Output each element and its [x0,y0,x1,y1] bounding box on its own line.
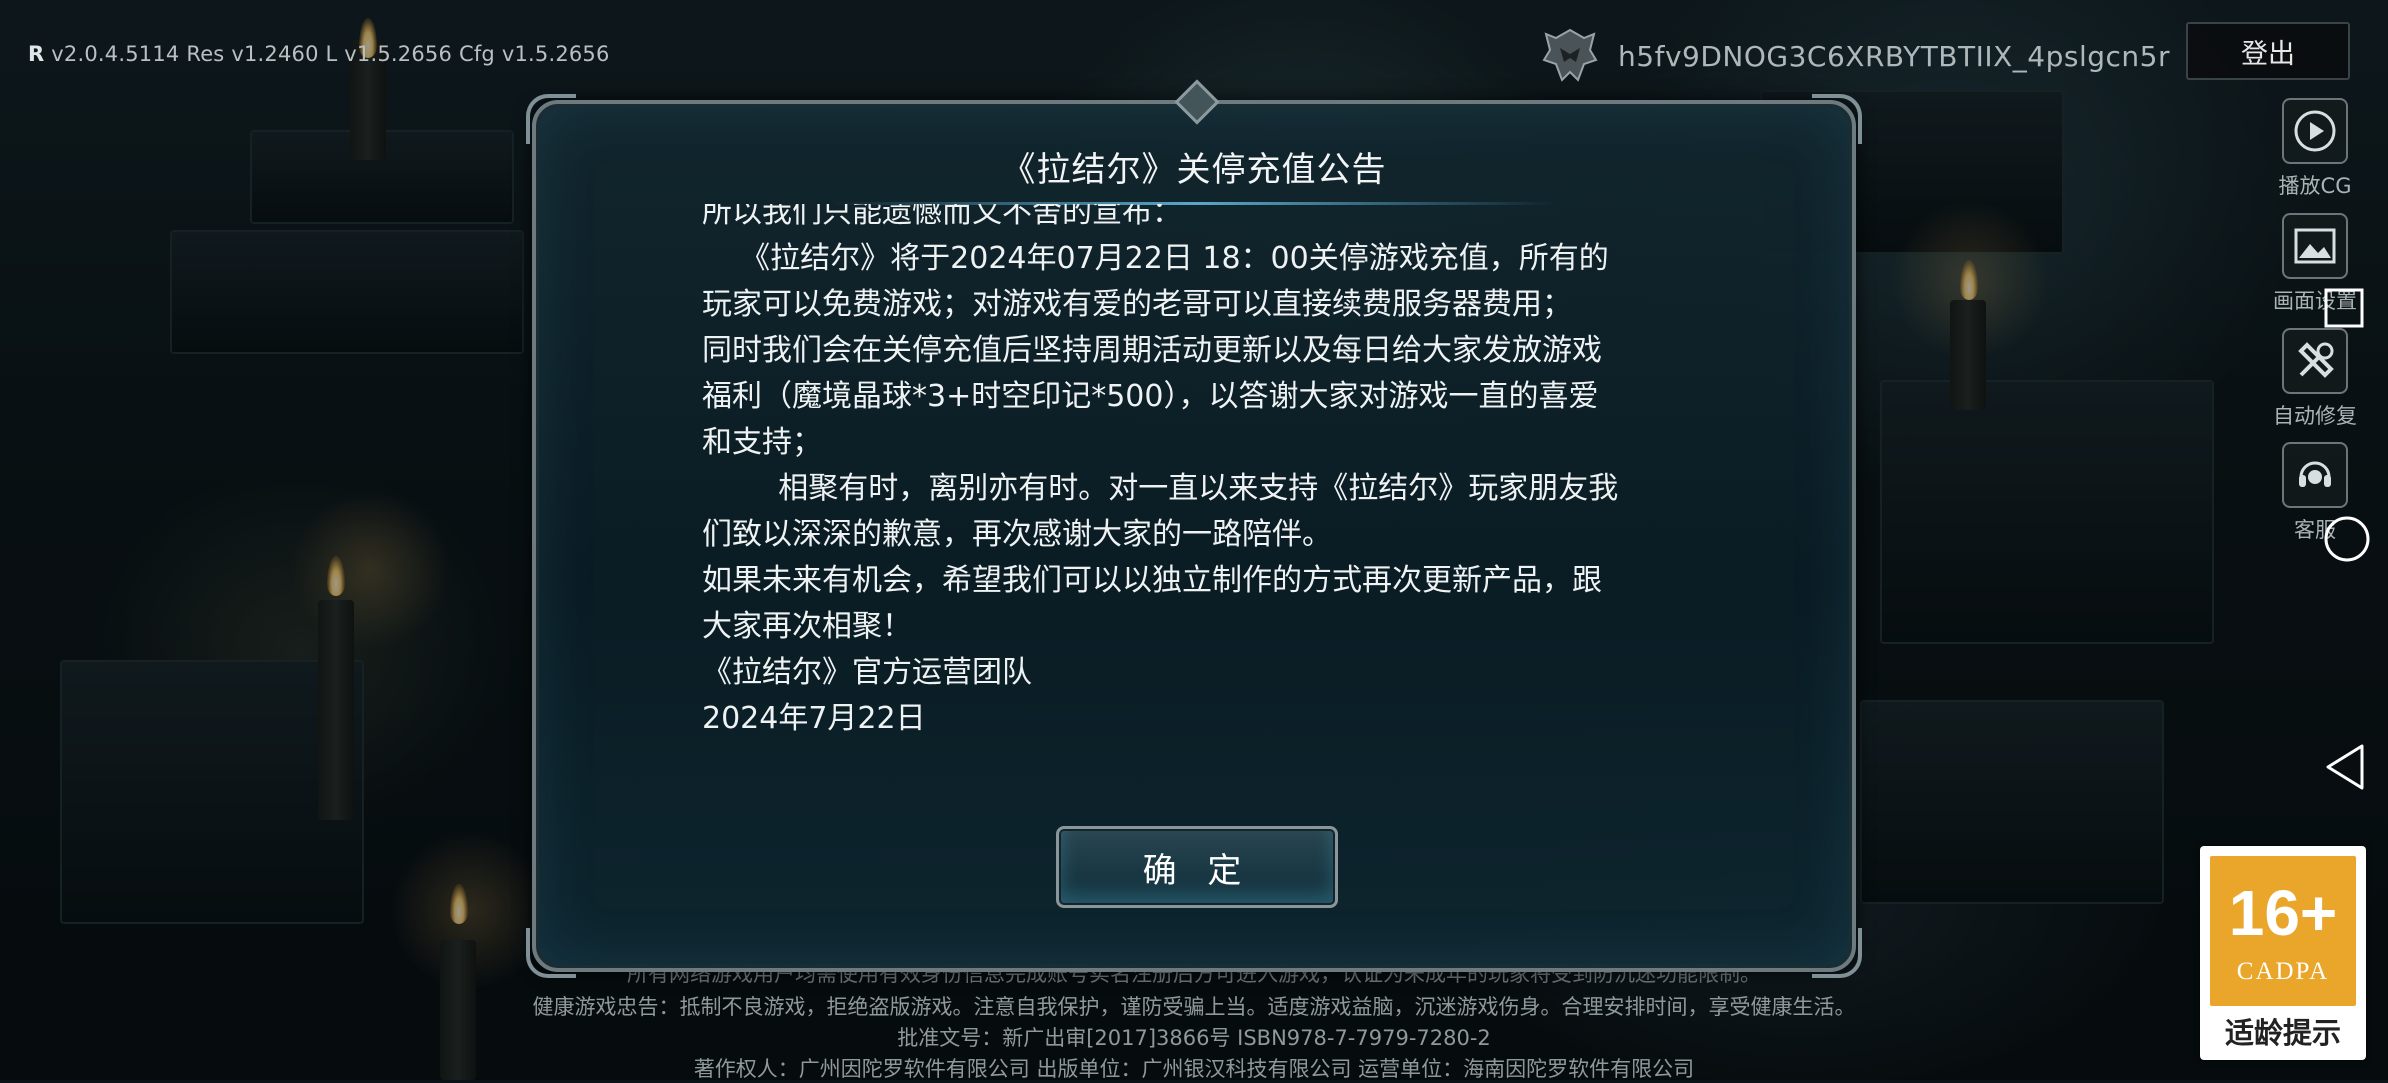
back-icon[interactable] [2322,742,2368,792]
frame-corner [526,928,576,978]
version-res: Res v1.2460 [186,42,319,66]
footer-copyright: 著作权人：广州因陀罗软件有限公司 出版单位：广州银汉科技有限公司 运营单位：海南… [693,1057,1695,1081]
announcement-line: 们致以深深的歉意，再次感谢大家的一路陪伴。 [702,517,1332,552]
headset-icon [2282,442,2348,508]
frame-corner [1812,928,1862,978]
play-icon [2282,98,2348,164]
account-id: h5fv9DNOG3C6XRBYTBTIIX_4pslgcn5r [1618,39,2170,73]
announcement-body[interactable]: 所以我们只能遗憾而又不舍的宣布： 《拉结尔》将于2024年07月22日 18：0… [702,204,1702,910]
age-rating-number: 16+ [2228,877,2338,949]
side-item-label: 播放CG [2278,174,2352,198]
account-bar: h5fv9DNOG3C6XRBYTBTIIX_4pslgcn5r [1540,26,2170,86]
announcement-line: 玩家可以免费游戏；对游戏有爱的老哥可以直接续费服务器费用； [702,287,1572,322]
announcement-line: 相聚有时，离别亦有时。对一直以来支持《拉结尔》玩家朋友我 [702,471,1619,506]
version-r-value: v2.0.4.5114 [51,42,180,66]
image-icon [2282,213,2348,279]
side-item-label: 自动修复 [2273,404,2357,428]
footer-health-notice: 健康游戏忠告：抵制不良游戏，拒绝盗版游戏。注意自我保护，谨防受骗上当。适度游戏益… [532,995,1856,1019]
announcement-line: 同时我们会在关停充值后坚持周期活动更新以及每日给大家发放游戏 [702,333,1602,368]
announcement-dialog: 《拉结尔》关停充值公告 所以我们只能遗憾而又不舍的宣布： 《拉结尔》将于2024… [526,79,1862,978]
side-item-play-cg[interactable]: 播放CG [2270,98,2360,200]
age-rating-panel: 16+ CADPA [2210,856,2356,1006]
age-rating-badge: 16+ CADPA 适龄提示 [2200,846,2366,1060]
version-cfg: Cfg v1.5.2656 [458,42,610,66]
announcement-line: 如果未来有机会，希望我们可以以独立制作的方式再次更新产品，跟 [702,563,1602,598]
age-rating-org: CADPA [2236,958,2330,985]
recent-apps-icon[interactable] [2322,286,2366,330]
age-rating-tip: 适龄提示 [2224,1016,2341,1050]
repair-tools-icon [2282,328,2348,394]
home-icon[interactable] [2322,514,2372,564]
frame-corner [526,94,576,144]
side-item-auto-repair[interactable]: 自动修复 [2270,328,2360,430]
logout-button[interactable]: 登出 [2186,22,2350,80]
guild-emblem-icon [1542,28,1598,82]
dialog-title: 《拉结尔》关停充值公告 [1001,150,1387,190]
confirm-button[interactable]: 确 定 [1056,826,1338,908]
announcement-signature: 《拉结尔》官方运营团队 [702,655,1032,690]
version-l: L v1.5.2656 [325,42,453,66]
announcement-line: 大家再次相聚！ [702,609,912,644]
frame-corner [1812,94,1862,144]
announcement-line: 《拉结尔》将于2024年07月22日 18：00关停游戏充值，所有的 [702,241,1609,276]
announcement-line: 所以我们只能遗憾而又不舍的宣布： [702,204,1182,230]
announcement-line: 福利（魔境晶球*3+时空印记*500），以答谢大家对游戏一直的喜爱 [702,379,1599,414]
version-info: R v2.0.4.5114 Res v1.2460 L v1.5.2656 Cf… [28,42,610,66]
footer-approval-number: 批准文号：新广出审[2017]3866号 ISBN978-7-7979-7280… [897,1026,1491,1050]
version-r-label: R [28,42,45,66]
announcement-line: 和支持； [702,425,822,460]
announcement-date: 2024年7月22日 [702,701,926,736]
